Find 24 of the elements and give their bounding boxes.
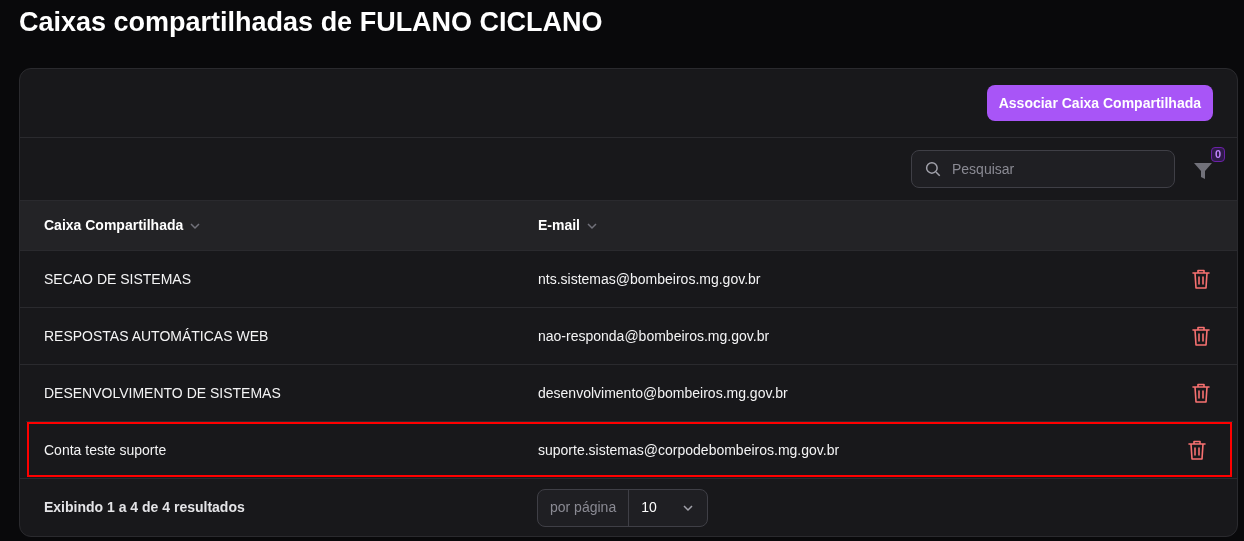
trash-icon[interactable] — [1187, 439, 1207, 461]
page-title: Caixas compartilhadas de FULANO CICLANO — [19, 6, 603, 39]
table-cell-text: nts.sistemas@bombeiros.mg.gov.br — [538, 269, 762, 289]
filter-icon[interactable] — [1193, 161, 1213, 181]
results-summary: Exibindo 1 a 4 de 4 resultados — [44, 498, 246, 517]
table-cell-text: suporte.sistemas@corpodebombeiros.mg.gov.br — [538, 440, 841, 460]
column-header[interactable]: E-mail — [538, 215, 580, 236]
filter-count-badge: 0 — [1211, 147, 1226, 162]
search-field[interactable]: Pesquisar — [911, 150, 1175, 188]
trash-icon[interactable] — [1191, 268, 1211, 290]
table-cell-text: desenvolvimento@bombeiros.mg.gov.br — [538, 383, 789, 403]
table-cell-text: RESPOSTAS AUTOMÁTICAS WEB — [44, 326, 270, 346]
table-cell-text: SECAO DE SISTEMAS — [44, 269, 193, 289]
trash-icon[interactable] — [1191, 382, 1211, 404]
per-page-label: por página — [538, 489, 630, 526]
trash-icon[interactable] — [1191, 325, 1211, 347]
search-icon — [924, 160, 942, 178]
associate-button[interactable]: Associar Caixa Compartilhada — [986, 85, 1213, 121]
per-page-select[interactable]: por página 10 — [537, 488, 709, 527]
table-cell-text: Conta teste suporte — [44, 440, 168, 460]
column-header[interactable]: Caixa Compartilhada — [44, 215, 184, 236]
table-cell-text: nao-responda@bombeiros.mg.gov.br — [538, 326, 771, 346]
table-cell-text: DESENVOLVIMENTO DE SISTEMAS — [44, 383, 282, 403]
per-page-value: 10 — [640, 498, 658, 517]
